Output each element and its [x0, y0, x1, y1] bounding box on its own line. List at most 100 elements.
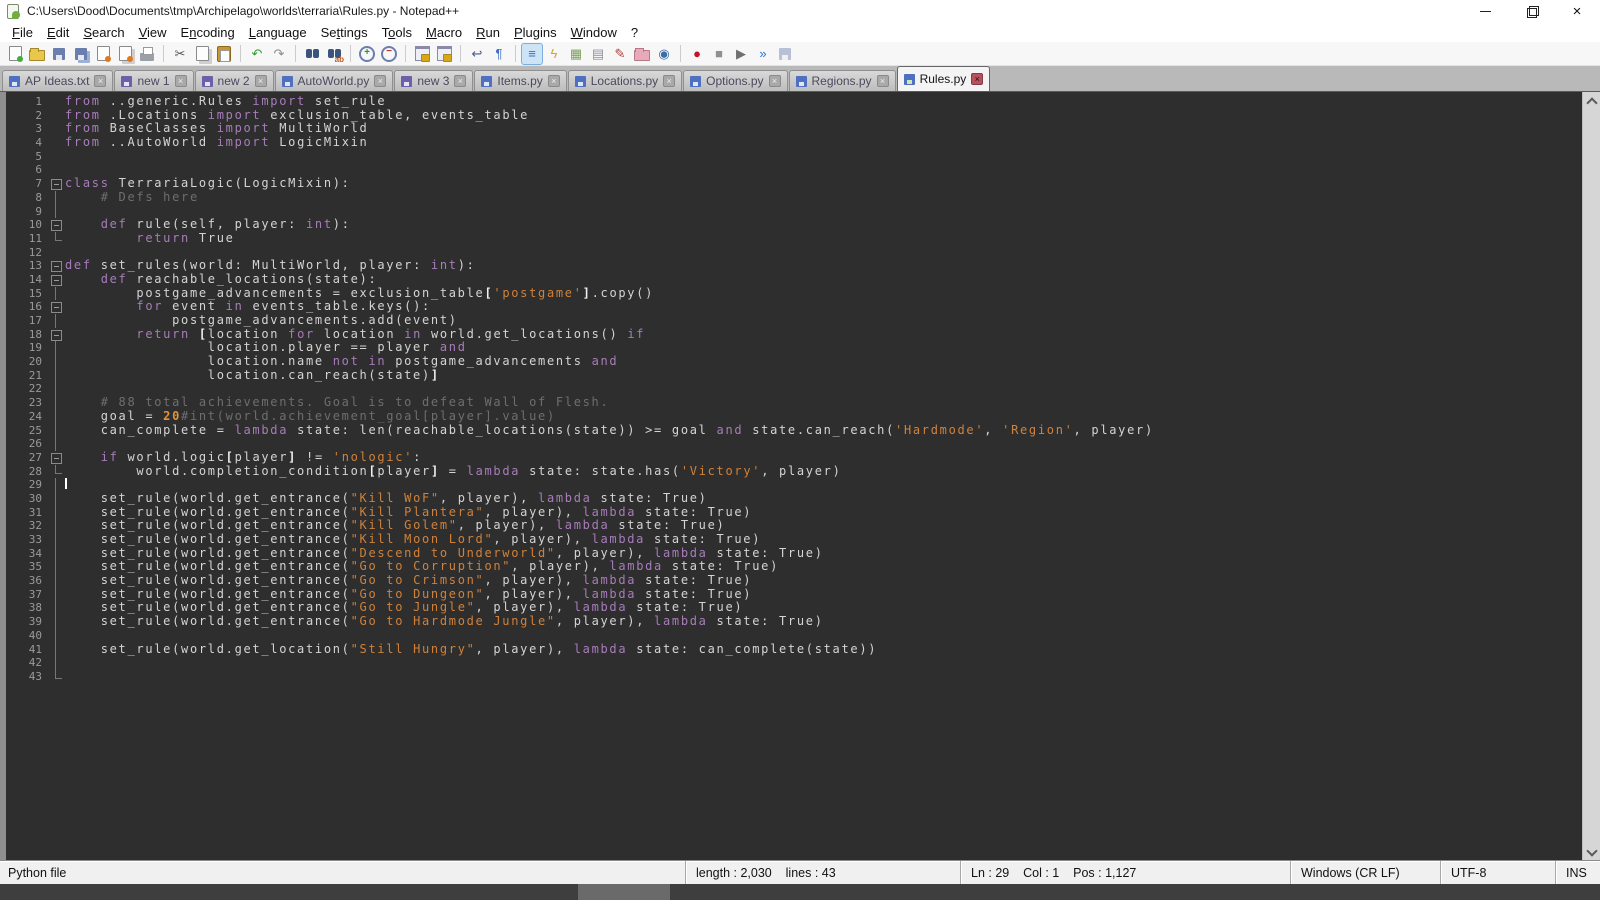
code-line-text[interactable]: set_rule(world.get_entrance("Kill Golem"… [65, 519, 725, 533]
fold-toggle-icon[interactable] [48, 177, 65, 191]
code-line-text[interactable]: def rule(self, player: int): [65, 218, 351, 232]
code-line-text[interactable]: set_rule(world.get_location("Still Hungr… [65, 643, 877, 657]
fold-toggle-icon[interactable] [48, 273, 65, 287]
code-line-text[interactable]: set_rule(world.get_entrance("Go to Hardm… [65, 615, 824, 629]
zoom-in-icon[interactable] [357, 44, 377, 64]
code-line-text[interactable]: set_rule(world.get_entrance("Kill WoF", … [65, 492, 708, 506]
tab-close-icon[interactable]: × [175, 75, 187, 87]
show-all-characters-icon[interactable]: ¶ [489, 44, 509, 64]
vertical-scrollbar[interactable] [1582, 92, 1600, 860]
save-all-icon[interactable] [71, 44, 91, 64]
tab-close-icon[interactable]: × [548, 75, 560, 87]
code-line-text[interactable]: # 88 total achievements. Goal is to defe… [65, 396, 609, 410]
menu-settings[interactable]: Settings [314, 24, 375, 41]
fold-toggle-icon[interactable] [48, 218, 65, 232]
indent-guide-icon[interactable]: ≡ [522, 44, 542, 64]
view-eye-icon[interactable]: ◉ [654, 44, 674, 64]
macro-play-icon[interactable]: ▶ [731, 44, 751, 64]
code-line-text[interactable]: for event in events_table.keys(): [65, 300, 431, 314]
code-line-text[interactable]: location.name not in postgame_advancemen… [65, 355, 618, 369]
tab-close-icon[interactable]: × [971, 73, 983, 85]
redo-icon[interactable]: ↷ [269, 44, 289, 64]
menu-encoding[interactable]: Encoding [174, 24, 242, 41]
close-button[interactable]: × [1554, 0, 1600, 22]
save-icon[interactable] [49, 44, 69, 64]
code-line-text[interactable]: def set_rules(world: MultiWorld, player:… [65, 259, 476, 273]
scroll-up-arrow-icon[interactable] [1583, 92, 1600, 108]
code-line-text[interactable] [65, 478, 67, 492]
tab-close-icon[interactable]: × [769, 75, 781, 87]
code-line-text[interactable]: return True [65, 232, 235, 246]
macro-stop-icon[interactable]: ■ [709, 44, 729, 64]
zoom-out-icon[interactable] [379, 44, 399, 64]
code-line-text[interactable]: from BaseClasses import MultiWorld [65, 122, 368, 136]
find-icon[interactable] [302, 44, 322, 64]
code-line-text[interactable]: from ..generic.Rules import set_rule [65, 95, 386, 109]
code-line-text[interactable]: return [location for location in world.g… [65, 328, 645, 342]
code-line-text[interactable]: set_rule(world.get_entrance("Go to Crims… [65, 574, 752, 588]
replace-icon[interactable] [324, 44, 344, 64]
print-icon[interactable] [137, 44, 157, 64]
word-wrap-icon[interactable]: ↩ [467, 44, 487, 64]
status-cell-4[interactable]: INS [1555, 861, 1600, 884]
tab-close-icon[interactable]: × [877, 75, 889, 87]
status-cell-2[interactable]: Windows (CR LF) [1290, 861, 1440, 884]
menu-tools[interactable]: Tools [375, 24, 419, 41]
code-line-text[interactable]: from .Locations import exclusion_table, … [65, 109, 529, 123]
function-list-icon[interactable]: ϟ [544, 44, 564, 64]
tab-items-py[interactable]: Items.py× [474, 70, 566, 91]
tab-close-icon[interactable]: × [255, 75, 267, 87]
tab-close-icon[interactable]: × [374, 75, 386, 87]
copy-icon[interactable] [192, 44, 212, 64]
fold-toggle-icon[interactable] [48, 451, 65, 465]
fold-toggle-icon[interactable] [48, 300, 65, 314]
fold-toggle-icon[interactable] [48, 328, 65, 342]
tab-locations-py[interactable]: Locations.py× [568, 70, 682, 91]
folder-workspace-icon[interactable] [632, 44, 652, 64]
code-line-text[interactable]: location.can_reach(state)] [65, 369, 440, 383]
tab-regions-py[interactable]: Regions.py× [789, 70, 896, 91]
close-icon[interactable] [93, 44, 113, 64]
tab-options-py[interactable]: Options.py× [683, 70, 787, 91]
cut-icon[interactable]: ✂ [170, 44, 190, 64]
code-line-text[interactable]: set_rule(world.get_entrance("Descend to … [65, 547, 824, 561]
minimize-button[interactable] [1462, 0, 1508, 22]
new-file-icon[interactable] [5, 44, 25, 64]
code-line-text[interactable]: set_rule(world.get_entrance("Go to Jungl… [65, 601, 743, 615]
tab-rules-py[interactable]: Rules.py× [897, 66, 991, 91]
tab-autoworld-py[interactable]: AutoWorld.py× [275, 70, 394, 91]
code-line-text[interactable]: set_rule(world.get_entrance("Kill Plante… [65, 506, 752, 520]
code-line-text[interactable]: # Defs here [65, 191, 199, 205]
close-all-icon[interactable] [115, 44, 135, 64]
document-list-icon[interactable]: ▤ [588, 44, 608, 64]
menu-search[interactable]: Search [76, 24, 131, 41]
menu-window[interactable]: Window [564, 24, 624, 41]
code-line-text[interactable]: postgame_advancements = exclusion_table[… [65, 287, 654, 301]
menu-language[interactable]: Language [242, 24, 314, 41]
code-line-text[interactable]: if world.logic[player] != 'nologic': [65, 451, 422, 465]
undo-icon[interactable]: ↶ [247, 44, 267, 64]
edit-marker-icon[interactable]: ✎ [610, 44, 630, 64]
sync-horizontal-icon[interactable] [434, 44, 454, 64]
fold-toggle-icon[interactable] [48, 259, 65, 273]
code-line-text[interactable]: set_rule(world.get_entrance("Go to Dunge… [65, 588, 752, 602]
code-area[interactable]: 1from ..generic.Rules import set_rule2fr… [6, 92, 1600, 860]
code-line-text[interactable]: set_rule(world.get_entrance("Kill Moon L… [65, 533, 761, 547]
tab-close-icon[interactable]: × [454, 75, 466, 87]
status-cell-0[interactable]: length : 2,030 lines : 43 [685, 861, 960, 884]
paste-icon[interactable] [214, 44, 234, 64]
tab-close-icon[interactable]: × [94, 75, 106, 87]
menu-macro[interactable]: Macro [419, 24, 469, 41]
code-line-text[interactable]: location.player == player and [65, 341, 467, 355]
code-line-text[interactable]: def reachable_locations(state): [65, 273, 377, 287]
tab-close-icon[interactable]: × [663, 75, 675, 87]
tab-new-1[interactable]: new 1× [114, 70, 193, 91]
menu-run[interactable]: Run [469, 24, 507, 41]
code-line-text[interactable]: set_rule(world.get_entrance("Go to Corru… [65, 560, 779, 574]
document-map-icon[interactable]: ▦ [566, 44, 586, 64]
tab-new-3[interactable]: new 3× [394, 70, 473, 91]
code-line-text[interactable]: can_complete = lambda state: len(reachab… [65, 424, 1154, 438]
status-cell-1[interactable]: Ln : 29 Col : 1 Pos : 1,127 [960, 861, 1290, 884]
tab-ap-ideas-txt[interactable]: AP Ideas.txt× [2, 70, 113, 91]
code-line-text[interactable]: world.completion_condition[player] = lam… [65, 465, 842, 479]
